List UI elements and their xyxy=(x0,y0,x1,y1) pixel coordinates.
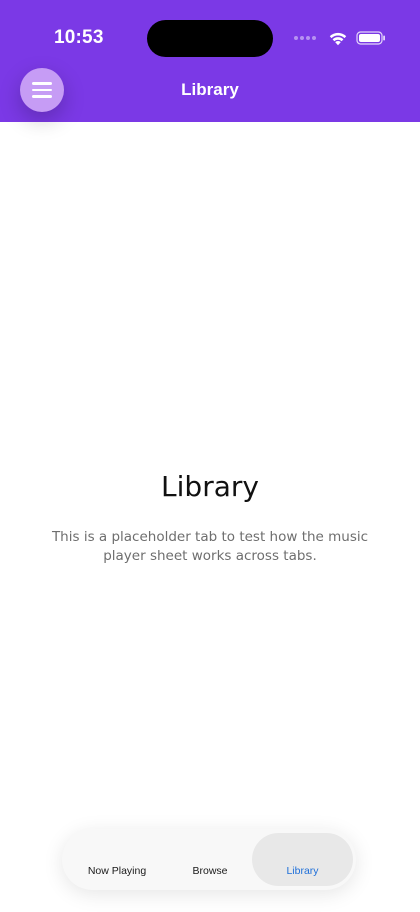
app-screen: 10:53 Library Library This is a placehol… xyxy=(0,0,420,912)
status-indicators xyxy=(294,30,386,46)
signal-dots-icon xyxy=(294,36,316,40)
content-description: This is a placeholder tab to test how th… xyxy=(51,529,369,564)
dynamic-island xyxy=(147,20,273,57)
status-time: 10:53 xyxy=(54,27,104,48)
battery-icon xyxy=(356,31,386,45)
content-heading: Library xyxy=(161,470,259,503)
tab-now-playing[interactable]: Now Playing xyxy=(68,833,166,886)
tab-library[interactable]: Library xyxy=(252,833,353,886)
page-title: Library xyxy=(181,80,239,99)
wifi-icon xyxy=(328,31,348,46)
header-bar: 10:53 Library xyxy=(0,0,420,122)
tab-browse[interactable]: Browse xyxy=(162,833,258,886)
tab-bar: Now Playing Browse Library xyxy=(62,829,356,890)
